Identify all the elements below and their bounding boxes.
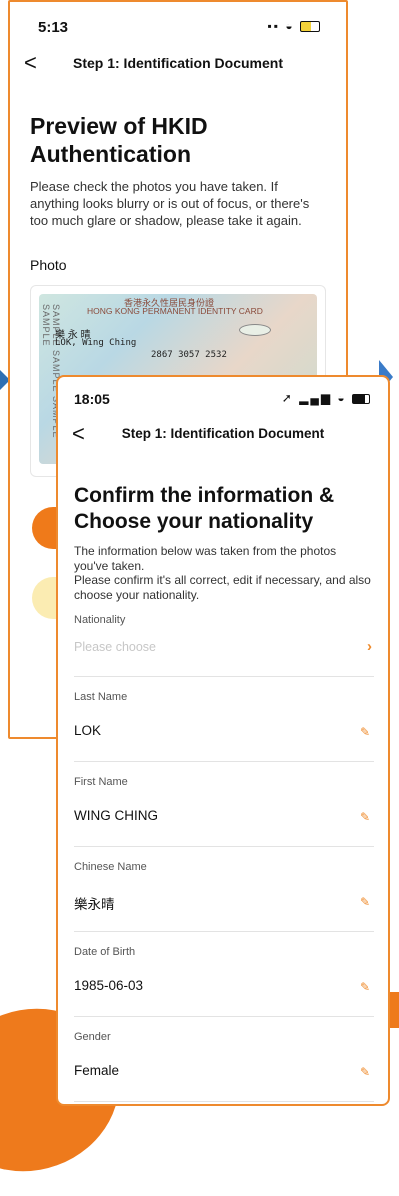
description-line-2: Please confirm it's all correct, edit if…: [74, 573, 371, 602]
hkid-emblem: [239, 324, 271, 336]
field-value[interactable]: 樂永晴: [74, 893, 115, 913]
wifi-icon: ◒: [337, 391, 347, 405]
status-time: 18:05: [74, 391, 110, 407]
signal-icon: ▂▄▆: [299, 391, 333, 405]
card-name-en: LOK, Wing Ching: [55, 338, 137, 348]
field-label: Gender: [74, 1031, 111, 1043]
pencil-icon[interactable]: ✎: [360, 895, 370, 909]
nav-title: Step 1: Identification Document: [72, 55, 283, 71]
status-time: 5:13: [38, 19, 69, 36]
chinese-name-field[interactable]: Chinese Name 樂永晴 ✎: [74, 847, 374, 932]
field-label: Last Name: [74, 691, 128, 703]
pencil-icon[interactable]: ✎: [360, 980, 370, 994]
field-value[interactable]: WING CHING: [74, 808, 158, 823]
page-description: The information below was taken from the…: [74, 544, 372, 602]
last-name-field[interactable]: Last Name LOK ✎: [74, 677, 374, 762]
signal-icon: ▪▪: [267, 19, 281, 33]
status-bar: 18:05 ➚ ▂▄▆ ◒: [58, 377, 388, 419]
chevron-right-icon[interactable]: ›: [367, 638, 372, 655]
nav-bar: < Step 1: Identification Document: [58, 419, 388, 453]
confirm-info-screen: 18:05 ➚ ▂▄▆ ◒ < Step 1: Identification D…: [56, 375, 390, 1106]
nationality-field[interactable]: Nationality Please choose ›: [74, 614, 374, 677]
status-bar: 5:13 ▪▪ ◒: [10, 2, 346, 46]
pencil-icon[interactable]: ✎: [360, 810, 370, 824]
status-icons: ➚ ▂▄▆ ◒: [282, 391, 370, 405]
first-name-field[interactable]: First Name WING CHING ✎: [74, 762, 374, 847]
gender-field[interactable]: Gender Female ✎: [74, 1017, 374, 1102]
description-line-1: The information below was taken from the…: [74, 544, 337, 573]
field-value[interactable]: LOK: [74, 723, 101, 738]
field-value[interactable]: 1985-06-03: [74, 978, 143, 993]
field-label: First Name: [74, 776, 128, 788]
nav-title: Step 1: Identification Document: [121, 426, 325, 441]
page-description: Please check the photos you have taken. …: [30, 179, 310, 228]
location-icon: ➚: [281, 391, 294, 405]
pencil-icon[interactable]: ✎: [360, 725, 370, 739]
field-label: Date of Birth: [74, 946, 136, 958]
date-of-birth-field[interactable]: Date of Birth 1985-06-03 ✎: [74, 932, 374, 1017]
photo-label: Photo: [30, 257, 67, 273]
page-title: Confirm the information & Choose your na…: [74, 484, 335, 533]
field-label: Nationality: [74, 614, 126, 626]
status-icons: ▪▪ ◒: [268, 19, 320, 33]
pencil-icon[interactable]: ✎: [360, 1065, 370, 1079]
battery-icon: [352, 393, 370, 404]
nav-bar: < Step 1: Identification Document: [10, 46, 346, 82]
field-value[interactable]: Female: [74, 1063, 119, 1078]
wifi-icon: ◒: [285, 19, 295, 33]
page-title: Preview of HKID Authentication: [30, 113, 208, 167]
nationality-select[interactable]: Please choose: [74, 640, 156, 654]
field-label: Chinese Name: [74, 861, 147, 873]
card-issuer-en: HONG KONG PERMANENT IDENTITY CARD: [87, 306, 263, 316]
battery-icon: [300, 21, 320, 33]
card-code: 2867 3057 2532: [151, 350, 227, 360]
